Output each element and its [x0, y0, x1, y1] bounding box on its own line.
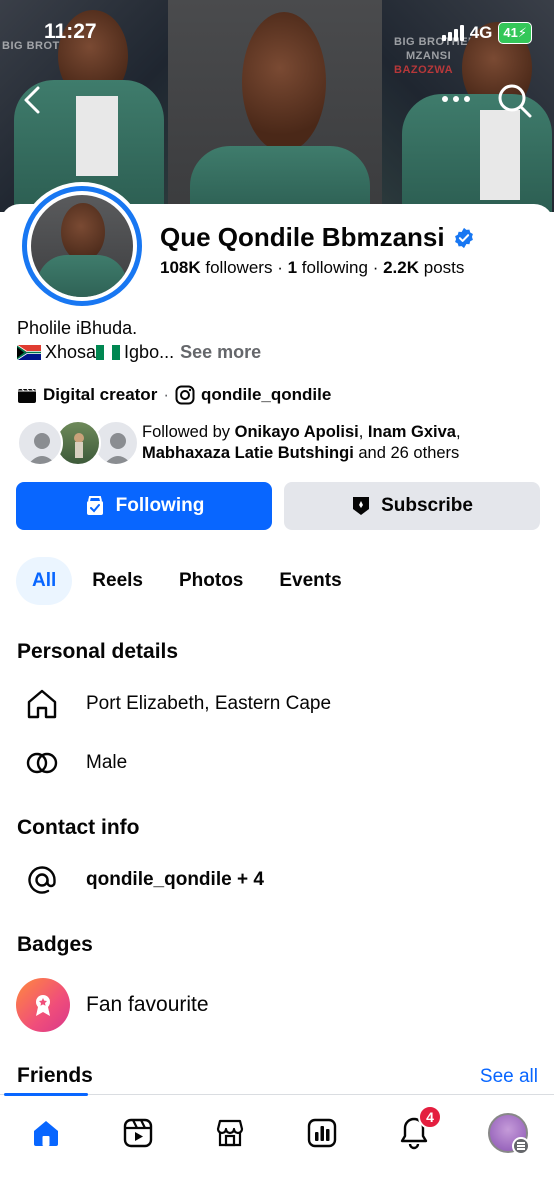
home-icon	[34, 1121, 58, 1146]
tab-photos[interactable]: Photos	[163, 557, 259, 605]
status-time: 11:27	[44, 20, 97, 43]
posts-count: 2.2K	[383, 258, 419, 277]
nav-marketplace[interactable]	[208, 1113, 252, 1153]
profile-name-row: Que Qondile Bbmzansi	[160, 222, 475, 253]
badges-title: Badges	[17, 933, 93, 956]
mutual-followers-text[interactable]: Followed by Onikayo Apolisi, Inam Gxiva,…	[142, 422, 542, 464]
followed-by-suffix: and 26 others	[353, 444, 460, 462]
status-bar: 11:27 4G 41⚡	[0, 0, 554, 66]
gender-row: Male	[24, 745, 127, 781]
instagram-handle[interactable]: qondile_qondile	[201, 385, 331, 405]
clapperboard-icon	[18, 388, 36, 403]
subscribe-label: Subscribe	[381, 495, 473, 516]
ellipsis-icon	[442, 96, 470, 102]
signal-icon	[441, 25, 464, 41]
home-outline-icon	[27, 689, 57, 719]
battery-icon: 41⚡	[498, 22, 532, 44]
network-type: 4G	[469, 23, 493, 42]
instagram-icon	[175, 385, 195, 405]
at-sign-icon	[28, 866, 56, 894]
subscribe-shield-icon	[353, 497, 370, 515]
verified-badge-icon	[454, 227, 473, 248]
more-options-button[interactable]	[438, 84, 474, 114]
profile-actions: Following Subscribe	[16, 482, 540, 530]
see-all-friends-link[interactable]: See all	[480, 1066, 538, 1088]
notification-count-badge: 4	[418, 1105, 442, 1129]
fan-favourite-badge[interactable]: Fan favourite	[16, 978, 209, 1032]
back-button[interactable]	[18, 80, 50, 120]
posts-label: posts	[423, 258, 465, 277]
followed-by-prefix: Followed by	[142, 423, 235, 441]
south-africa-flag-icon	[17, 345, 41, 360]
mutual-follower-name[interactable]: Mabhaxaza Latie Butshingi	[142, 444, 354, 462]
tab-reels[interactable]: Reels	[76, 557, 159, 605]
award-ribbon-icon	[36, 995, 50, 1016]
profile-name: Que Qondile Bbmzansi	[160, 222, 445, 252]
mutual-avatar	[17, 420, 63, 466]
profile-menu-icon	[488, 1113, 530, 1155]
separator: ,	[455, 423, 461, 441]
bio-line: Pholile iBhuda.	[17, 318, 138, 338]
see-more-link[interactable]: See more	[180, 342, 261, 363]
nav-profile-menu[interactable]	[486, 1113, 530, 1155]
profile-avatar[interactable]	[18, 182, 146, 310]
profile-stats: 108K followers · 1 following · 2.2K post…	[160, 258, 465, 277]
bio-text: Igbo...	[124, 342, 175, 362]
contact-row[interactable]: qondile_qondile + 4	[24, 862, 264, 898]
gender-text: Male	[86, 752, 128, 773]
search-icon	[498, 84, 532, 118]
following-check-icon	[86, 496, 103, 515]
badge-label: Fan favourite	[86, 993, 209, 1016]
contact-info-title: Contact info	[17, 816, 140, 839]
mutual-followers-avatars[interactable]	[17, 420, 139, 466]
gender-icon	[26, 752, 58, 774]
search-button[interactable]	[494, 80, 534, 120]
story-ring	[22, 186, 142, 306]
chevron-left-icon	[24, 86, 40, 114]
personal-details-title: Personal details	[17, 640, 179, 663]
cover-photo[interactable]: BIG BROTHER BIG BROTHER MZANSI BAZOZWA 1…	[0, 0, 554, 212]
mutual-follower-name[interactable]: Onikayo Apolisi	[235, 423, 359, 441]
subscribe-button[interactable]: Subscribe	[284, 482, 540, 530]
nav-home[interactable]	[24, 1113, 68, 1153]
menu-icon	[512, 1137, 530, 1155]
location-row: Port Elizabeth, Eastern Cape	[24, 686, 331, 722]
followers-count[interactable]: 108K	[160, 258, 201, 277]
nav-reels[interactable]	[116, 1113, 160, 1153]
following-label: Following	[115, 495, 205, 516]
profile-tabs: All Reels Photos Events	[16, 557, 358, 605]
nav-dashboard[interactable]	[300, 1113, 344, 1153]
tab-all[interactable]: All	[16, 557, 73, 605]
location-text: Port Elizabeth, Eastern Cape	[86, 693, 332, 714]
following-count[interactable]: 1	[288, 258, 297, 277]
nav-notifications[interactable]: 4	[392, 1105, 442, 1153]
cover-figure-shirt	[76, 96, 118, 176]
battery-level: 41	[503, 25, 518, 40]
status-indicators: 4G 41⚡	[441, 22, 532, 44]
bio-line: Xhosa Igbo... See more	[17, 342, 261, 363]
cover-figure-suit	[190, 146, 370, 212]
bio-text: Xhosa	[45, 342, 97, 362]
friends-title: Friends	[17, 1064, 93, 1087]
active-tab-indicator	[4, 1093, 88, 1096]
profile-meta: Digital creator · qondile_qondile	[17, 385, 331, 405]
contact-handle: qondile_qondile + 4	[86, 869, 264, 890]
mutual-follower-name[interactable]: Inam Gxiva	[368, 423, 456, 441]
tab-events[interactable]: Events	[263, 557, 357, 605]
bottom-navigation: 4	[0, 1093, 554, 1199]
reels-icon	[123, 1118, 153, 1148]
followers-label[interactable]: followers	[205, 258, 272, 277]
marketplace-icon	[216, 1119, 244, 1147]
profile-category: Digital creator	[43, 385, 158, 404]
profile-photo	[31, 195, 133, 297]
separator: ,	[358, 423, 368, 441]
cover-figure-shirt	[480, 110, 520, 200]
following-label[interactable]: following	[302, 258, 368, 277]
badge-icon	[16, 978, 70, 1032]
nigeria-flag-icon	[96, 345, 121, 360]
following-button[interactable]: Following	[16, 482, 272, 530]
dashboard-icon	[307, 1118, 337, 1148]
